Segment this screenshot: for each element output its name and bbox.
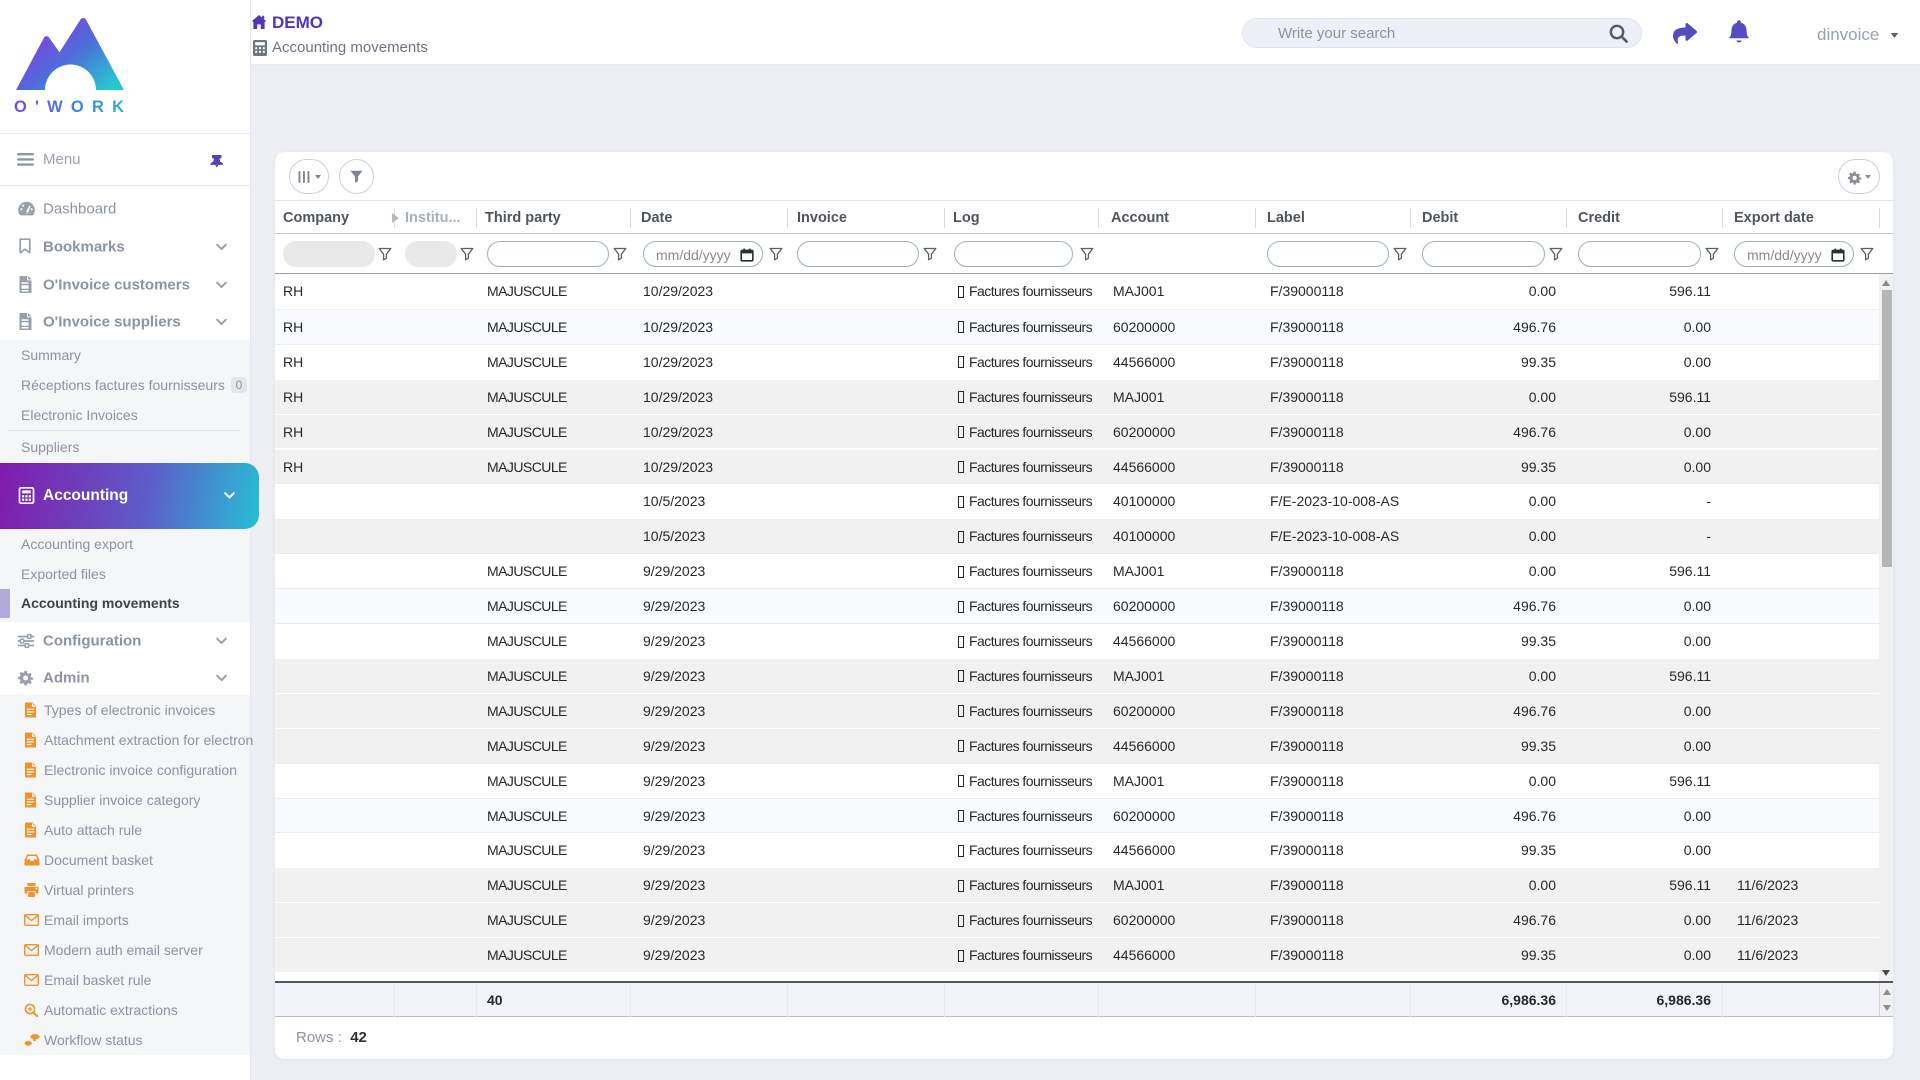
svg-text:O'WORK: O'WORK: [14, 98, 132, 116]
